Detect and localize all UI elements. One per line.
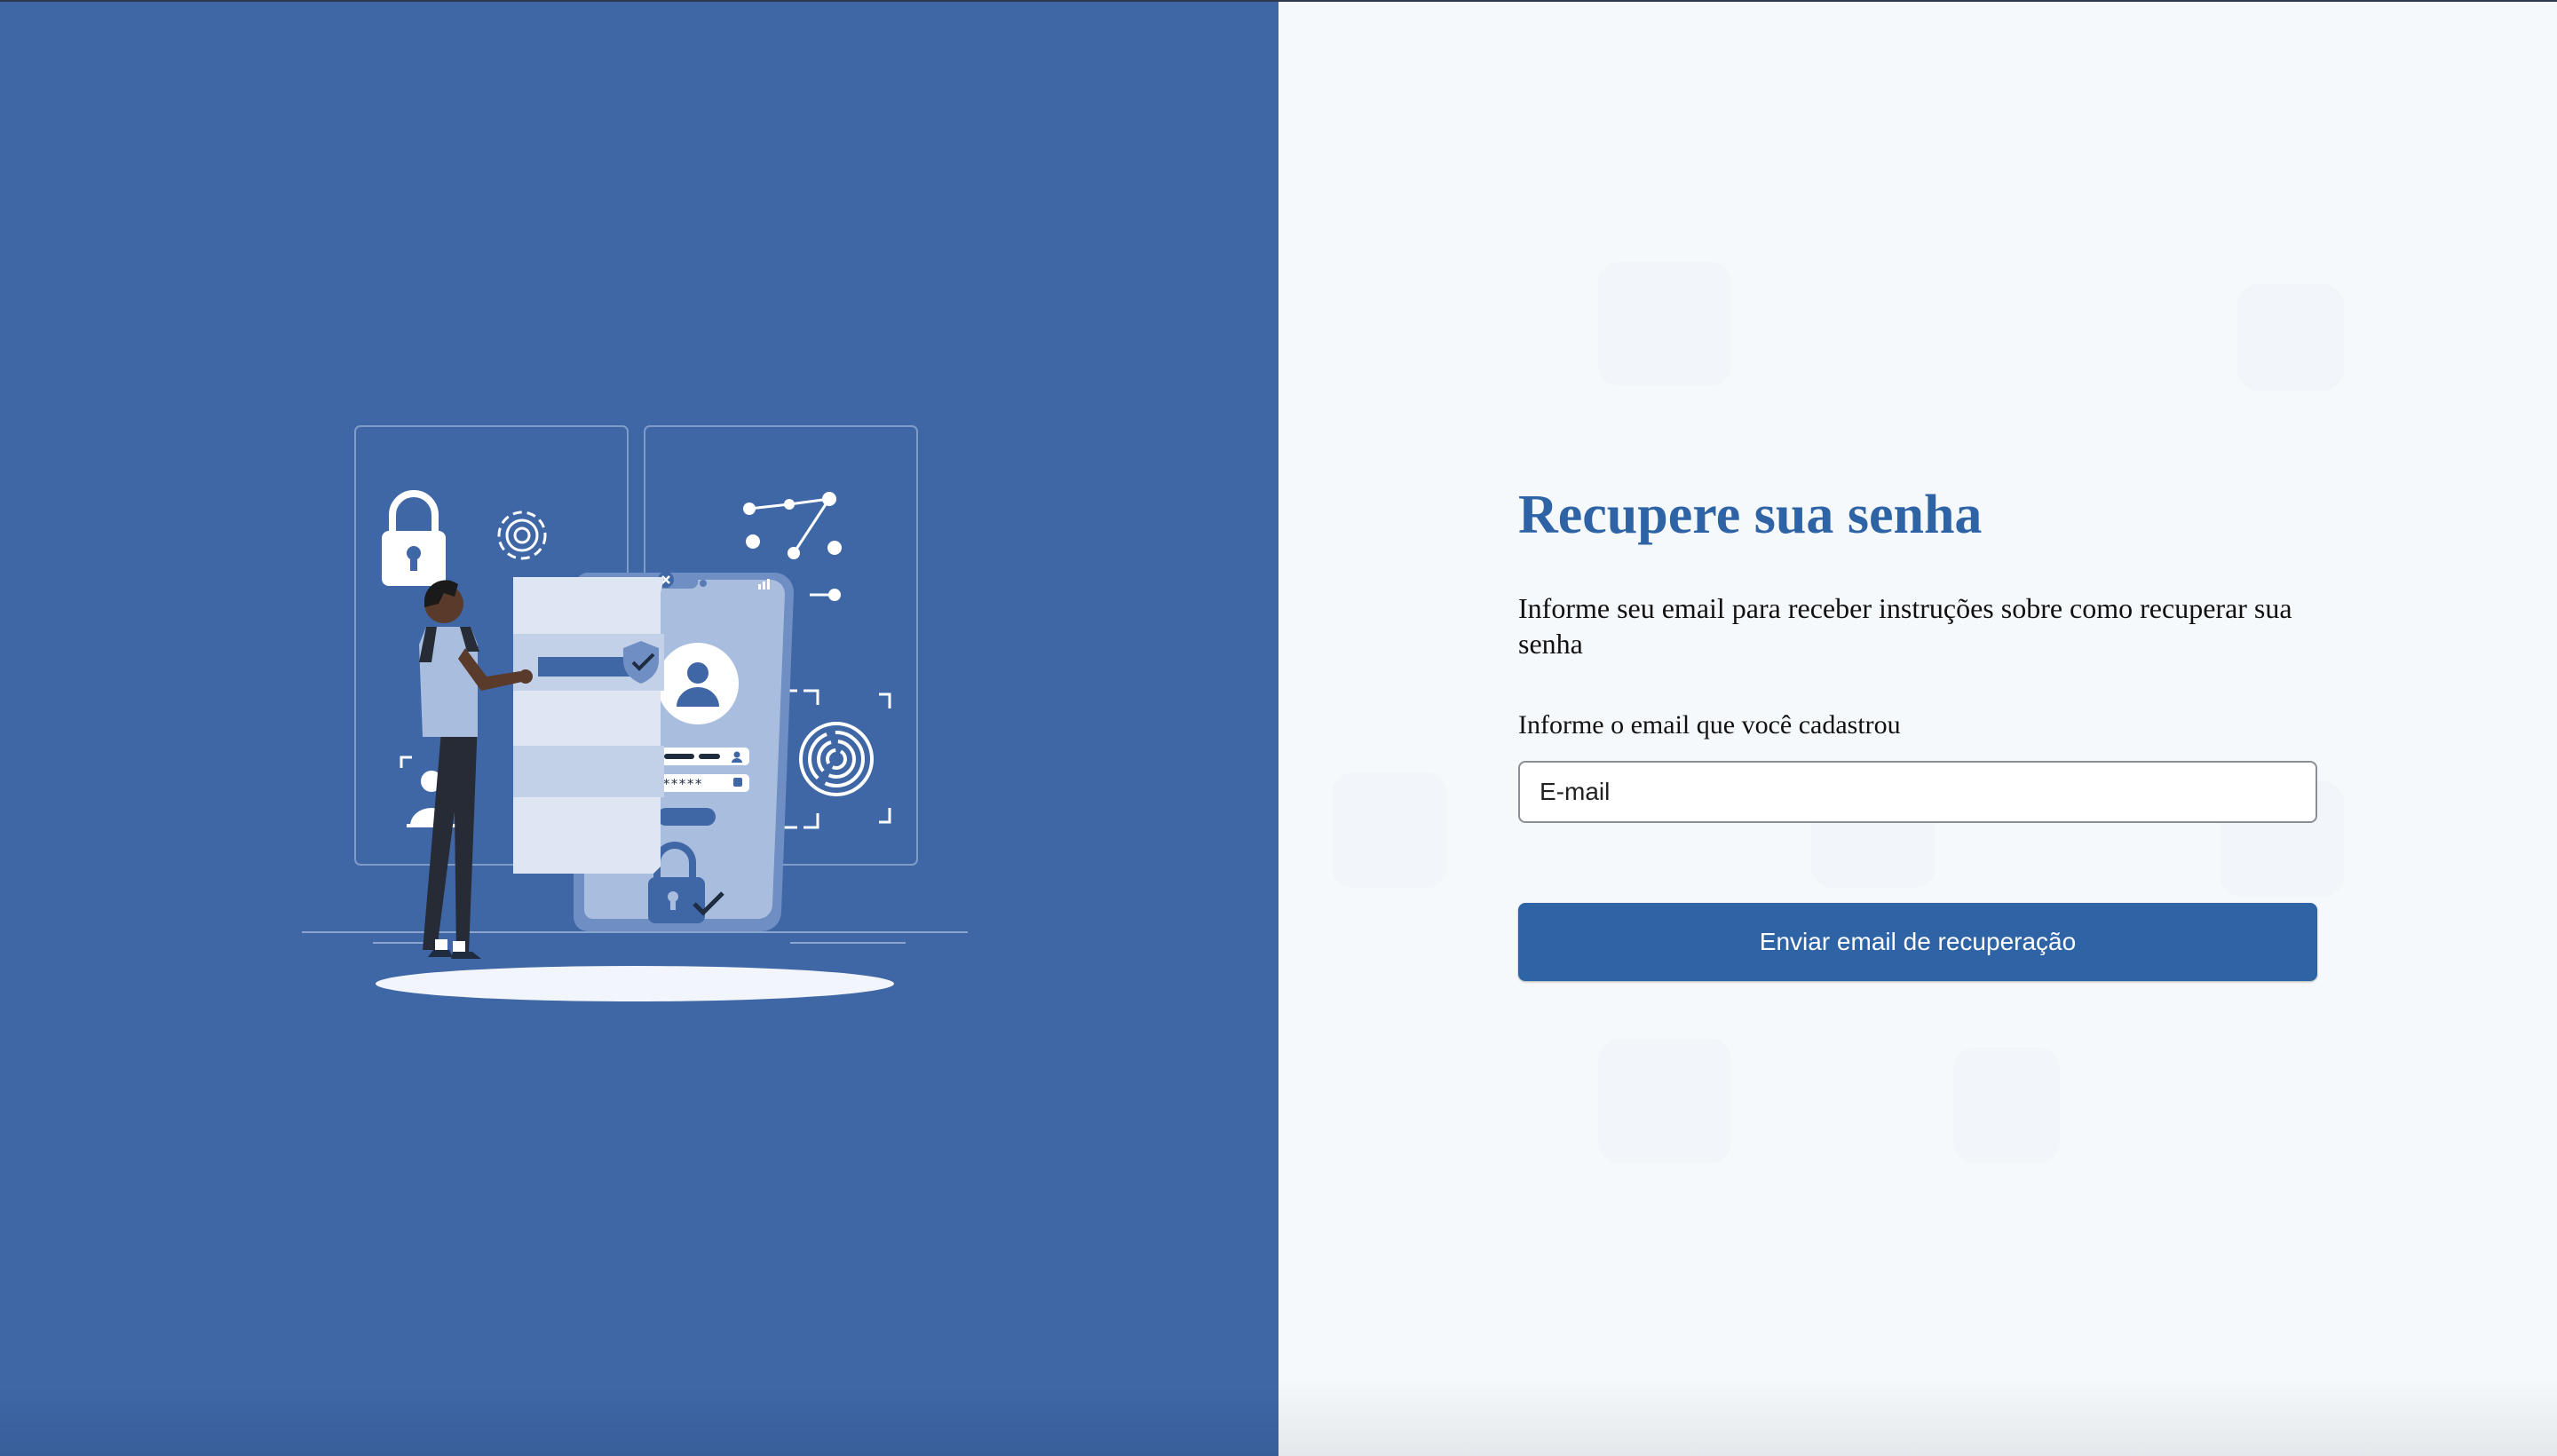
- gear-icon: [497, 510, 547, 560]
- fingerprint-icon: [783, 689, 891, 829]
- right-bottom-shade: [1278, 1376, 2557, 1456]
- background-ghost-shape: [1598, 262, 1731, 386]
- email-label: Informe o email que você cadastrou: [1518, 710, 1901, 740]
- recovery-form: Recupere sua senha Informe seu email par…: [1518, 475, 2317, 981]
- user-avatar-icon: [657, 643, 739, 724]
- page-title: Recupere sua senha: [1518, 485, 1983, 545]
- padlock-icon: [382, 490, 446, 586]
- background-ghost-shape: [1332, 772, 1447, 888]
- password-mask-text: *****: [662, 776, 702, 792]
- email-field[interactable]: [1518, 761, 2317, 823]
- screen-card: [513, 577, 664, 874]
- page-subtitle: Informe seu email para receber instruçõe…: [1518, 592, 2292, 660]
- left-illustration-panel: *****: [0, 0, 1278, 1456]
- background-ghost-shape: [2237, 284, 2344, 391]
- window-top-border: [0, 0, 2557, 2]
- security-illustration: *****: [302, 425, 968, 1001]
- floor-shadow: [376, 966, 894, 1001]
- left-bottom-shade: [0, 1385, 1278, 1456]
- background-ghost-shape: [1953, 1048, 2060, 1163]
- background-ghost-shape: [1598, 1039, 1731, 1163]
- send-recovery-email-button[interactable]: Enviar email de recuperação: [1518, 903, 2317, 981]
